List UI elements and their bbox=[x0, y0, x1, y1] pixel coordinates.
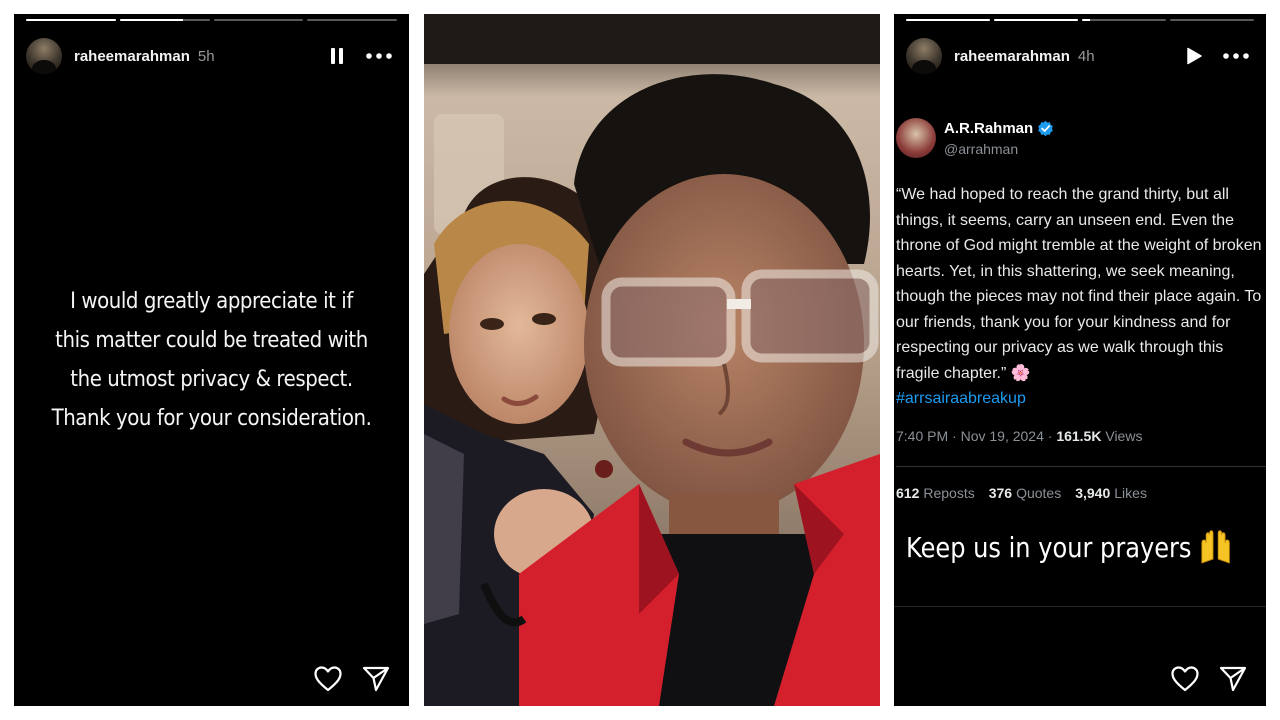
caption-line: the utmost privacy & respect. bbox=[70, 367, 353, 392]
likes-count: 3,940 bbox=[1075, 484, 1111, 501]
tweet-likes[interactable]: 3,940 Likes bbox=[1075, 485, 1147, 501]
post-age: 4h bbox=[1077, 47, 1095, 65]
divider bbox=[896, 465, 1266, 467]
tweet-meta: 7:40 PM · Nov 19, 2024 · 161.5K Views bbox=[896, 428, 1266, 444]
text-sticker: Keep us in your prayers bbox=[906, 529, 1233, 565]
progress-segment bbox=[213, 19, 304, 21]
caption-line: this matter could be treated with bbox=[55, 328, 368, 353]
quotes-count: 376 bbox=[988, 484, 1013, 501]
tweet-views-count: 161.5K bbox=[1056, 427, 1102, 444]
heart-icon[interactable] bbox=[313, 664, 343, 694]
progress-segment bbox=[906, 19, 990, 21]
progress-segment bbox=[119, 19, 210, 21]
story-progress-bar bbox=[26, 19, 397, 22]
progress-segment bbox=[1170, 19, 1254, 21]
story-header: raheemarahman 4h bbox=[906, 38, 1252, 74]
avatar[interactable] bbox=[906, 38, 942, 74]
story-progress-bar bbox=[906, 19, 1254, 22]
post-age: 5h bbox=[197, 47, 215, 65]
tweet-quotes[interactable]: 376 Quotes bbox=[989, 485, 1062, 501]
avatar[interactable] bbox=[26, 38, 62, 74]
tweet-stats: 612 Reposts 376 Quotes 3,940 Likes bbox=[896, 485, 1266, 501]
story-header: raheemarahman 5h bbox=[26, 38, 395, 74]
embedded-tweet[interactable]: A.R.Rahman @arrahman “We had hoped to re… bbox=[894, 118, 1266, 501]
photo-illustration bbox=[424, 14, 880, 706]
heart-icon[interactable] bbox=[1170, 664, 1200, 694]
reposts-count: 612 bbox=[896, 484, 920, 501]
couple-photo bbox=[424, 14, 880, 706]
raised-hands-icon bbox=[1201, 530, 1230, 564]
tweet-views-label: Views bbox=[1101, 427, 1143, 444]
tweet-reposts[interactable]: 612 Reposts bbox=[896, 485, 975, 501]
verified-badge-icon bbox=[1038, 120, 1053, 136]
quotes-label: Quotes bbox=[1016, 484, 1062, 501]
likes-label: Likes bbox=[1114, 484, 1147, 501]
send-icon[interactable] bbox=[361, 664, 391, 694]
play-icon[interactable] bbox=[1178, 40, 1210, 72]
tweet-author-name[interactable]: A.R.Rahman bbox=[944, 120, 1033, 137]
tweet-author: A.R.Rahman @arrahman bbox=[896, 118, 1266, 158]
username[interactable]: raheemarahman bbox=[954, 48, 1070, 65]
progress-segment bbox=[1082, 19, 1166, 21]
story-panel-right: raheemarahman 4h A.R.Rahman @arrahman “W… bbox=[894, 14, 1266, 706]
flower-emoji-icon: 🌸 bbox=[1010, 364, 1031, 382]
divider bbox=[894, 606, 1266, 607]
story-caption: I would greatly appreciate it if this ma… bbox=[34, 282, 390, 438]
sticker-text: Keep us in your prayers bbox=[906, 530, 1192, 564]
more-icon[interactable] bbox=[363, 40, 395, 72]
tweet-timestamp: 7:40 PM · Nov 19, 2024 · bbox=[896, 427, 1057, 444]
username[interactable]: raheemarahman bbox=[74, 48, 190, 65]
reposts-label: Reposts bbox=[923, 484, 975, 501]
story-actions bbox=[313, 664, 391, 694]
tweet-body-text: “We had hoped to reach the grand thirty,… bbox=[896, 186, 1262, 382]
progress-segment bbox=[994, 19, 1078, 21]
pause-icon[interactable] bbox=[321, 40, 353, 72]
progress-segment bbox=[307, 19, 397, 21]
story-panel-left: raheemarahman 5h I would greatly appreci… bbox=[14, 14, 409, 706]
more-icon[interactable] bbox=[1220, 40, 1252, 72]
story-actions bbox=[1170, 664, 1248, 694]
progress-segment bbox=[26, 19, 116, 21]
caption-line: Thank you for your consideration. bbox=[51, 406, 372, 431]
tweet-text: “We had hoped to reach the grand thirty,… bbox=[896, 182, 1266, 412]
tweet-handle: @arrahman bbox=[944, 140, 1019, 157]
caption-line: I would greatly appreciate it if bbox=[70, 289, 353, 314]
send-icon[interactable] bbox=[1218, 664, 1248, 694]
tweet-avatar[interactable] bbox=[896, 118, 936, 158]
tweet-hashtag[interactable]: #arrsairaabreakup bbox=[896, 386, 1266, 412]
